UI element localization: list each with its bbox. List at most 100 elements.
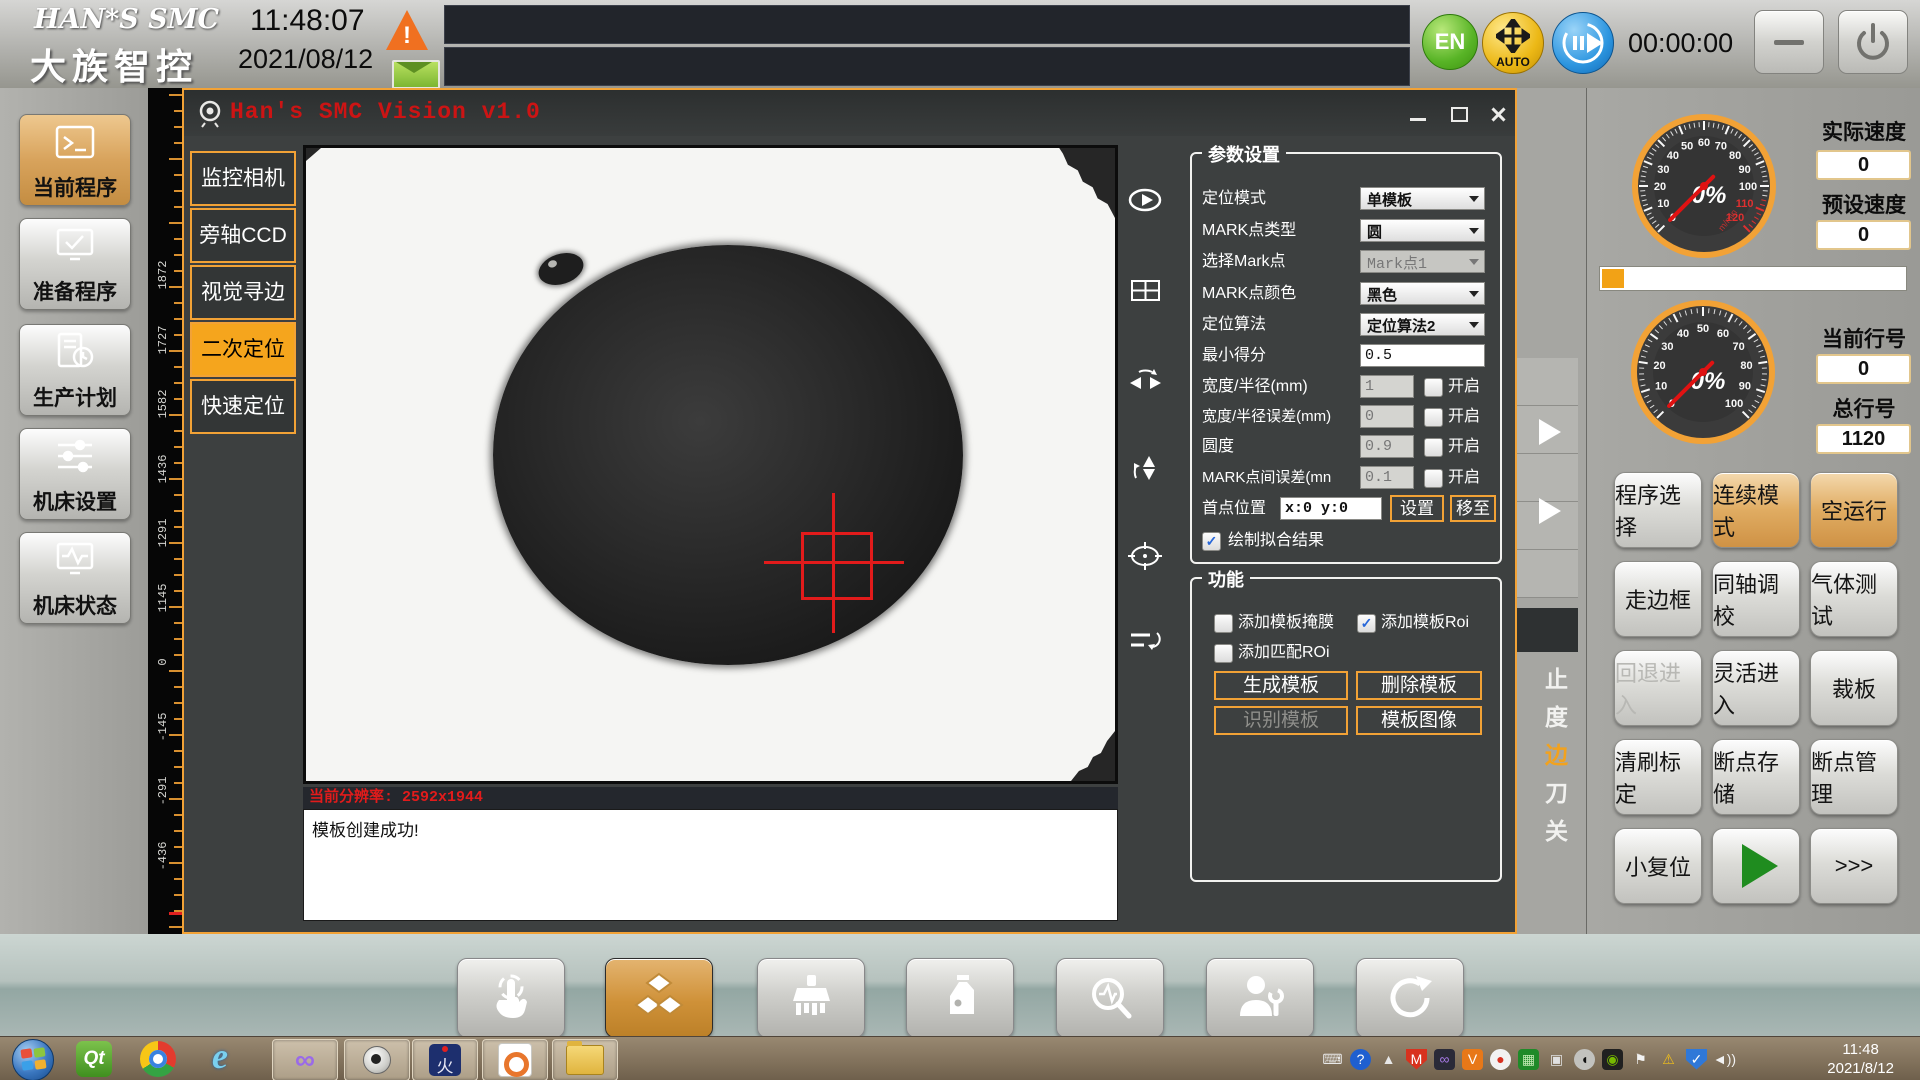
- mark-gap-err-checkbox[interactable]: [1424, 469, 1443, 488]
- first-point-input[interactable]: [1280, 497, 1382, 520]
- add-match-roi-checkbox[interactable]: [1214, 644, 1233, 663]
- presentation-task-button[interactable]: [482, 1039, 548, 1080]
- tab-quick-positioning[interactable]: 快速定位: [190, 379, 296, 434]
- add-template-mask-checkbox[interactable]: [1214, 614, 1233, 633]
- first-point-set-button[interactable]: 设置: [1390, 495, 1444, 522]
- sidebar-item-machine-status[interactable]: 机床状态: [19, 532, 131, 624]
- volume-tray-icon[interactable]: ◄)): [1713, 1049, 1736, 1070]
- cut-board-button[interactable]: 裁板: [1810, 650, 1898, 726]
- tab-side-axis-ccd[interactable]: 旁轴CCD: [190, 208, 296, 263]
- auto-mode-badge[interactable]: AUTO: [1482, 12, 1544, 74]
- message-envelope-icon[interactable]: [392, 60, 440, 89]
- ruler-tick: [174, 894, 182, 896]
- taskbar-clock[interactable]: 11:48 2021/8/12: [1827, 1040, 1894, 1078]
- tab-monitor-camera[interactable]: 监控相机: [190, 151, 296, 206]
- v-app-tray-icon[interactable]: V: [1462, 1048, 1483, 1070]
- keyboard-tray-icon[interactable]: ⌨: [1322, 1049, 1343, 1070]
- grid-view-icon[interactable]: [1128, 273, 1163, 308]
- width-radius-err-checkbox[interactable]: [1424, 408, 1443, 427]
- progress-knob[interactable]: [1602, 269, 1624, 288]
- min-score-input[interactable]: [1360, 344, 1485, 367]
- flag-tray-icon[interactable]: ⚑: [1630, 1049, 1651, 1070]
- play-arrow-icon[interactable]: [1539, 498, 1561, 524]
- breakpoint-manage-button[interactable]: 断点管理: [1810, 739, 1898, 815]
- delete-template-button[interactable]: 删除模板: [1356, 671, 1482, 700]
- play-arrow-icon[interactable]: [1539, 419, 1561, 445]
- visual-studio-task-button[interactable]: ∞: [272, 1039, 338, 1080]
- camera-start-icon[interactable]: [1128, 183, 1163, 218]
- sidebar-item-production-plan[interactable]: 生产计划: [19, 324, 131, 416]
- show-hidden-tray-icon[interactable]: ▲: [1378, 1049, 1399, 1070]
- frame-trace-button[interactable]: 走边框: [1614, 561, 1702, 637]
- continuous-mode-button[interactable]: 连续模式: [1712, 472, 1800, 548]
- more-button[interactable]: >>>: [1810, 828, 1898, 904]
- sidebar-item-current-program[interactable]: 当前程序: [19, 114, 131, 206]
- draw-fit-checkbox[interactable]: [1202, 532, 1221, 551]
- power-button[interactable]: [1838, 10, 1908, 74]
- pause-play-ring-icon: [1562, 22, 1604, 64]
- qt-creator-icon[interactable]: Qt: [76, 1041, 112, 1077]
- template-image-button[interactable]: 模板图像: [1356, 706, 1482, 735]
- sidebar-item-prepare-program[interactable]: 准备程序: [19, 218, 131, 310]
- usb-warning-tray-icon[interactable]: ⚠: [1658, 1049, 1679, 1070]
- touch-select-button[interactable]: [457, 958, 565, 1038]
- diagnostics-button[interactable]: [1056, 958, 1164, 1038]
- nvidia-tray-icon[interactable]: ◉: [1602, 1048, 1623, 1070]
- reset-cycle-button[interactable]: [1356, 958, 1464, 1038]
- gas-test-button[interactable]: 气体测试: [1810, 561, 1898, 637]
- dry-run-button[interactable]: 空运行: [1810, 472, 1898, 548]
- program-select-button[interactable]: 程序选择: [1614, 472, 1702, 548]
- camera-viewport[interactable]: [303, 145, 1118, 784]
- recorder-tray-icon[interactable]: ●: [1490, 1048, 1511, 1070]
- small-reset-button[interactable]: 小复位: [1614, 828, 1702, 904]
- flexible-enter-button[interactable]: 灵活进入: [1712, 650, 1800, 726]
- mark-type-dropdown[interactable]: 圆: [1360, 219, 1485, 242]
- security-shield-tray-icon[interactable]: ✓: [1686, 1048, 1707, 1070]
- add-template-roi-checkbox[interactable]: [1357, 614, 1376, 633]
- rotate-level-icon[interactable]: [1128, 623, 1163, 658]
- camera-app-task-button[interactable]: [344, 1039, 410, 1080]
- dialog-title-bar[interactable]: Han's SMC Vision v1.0: [184, 90, 1515, 136]
- alarm-message-row: [444, 5, 1410, 44]
- minimize-app-button[interactable]: [1754, 10, 1824, 74]
- sidebar-item-machine-settings[interactable]: 机床设置: [19, 428, 131, 520]
- vision-software-task-button[interactable]: [412, 1039, 478, 1080]
- flip-vertical-icon[interactable]: [1128, 453, 1163, 488]
- visual-studio-tray-icon[interactable]: ∞: [1434, 1048, 1455, 1070]
- loc-mode-dropdown[interactable]: 单模板: [1360, 187, 1485, 210]
- width-radius-checkbox[interactable]: [1424, 378, 1443, 397]
- first-point-move-button[interactable]: 移至: [1450, 495, 1496, 522]
- loc-algo-dropdown[interactable]: 定位算法2: [1360, 313, 1485, 336]
- file-explorer-task-button[interactable]: [552, 1039, 618, 1080]
- dialog-close-button[interactable]: [1486, 104, 1512, 124]
- internet-explorer-icon[interactable]: e: [212, 1035, 228, 1077]
- chrome-icon[interactable]: [140, 1041, 176, 1077]
- brush-calibration-button[interactable]: 清刷标定: [1614, 739, 1702, 815]
- material-cubes-button[interactable]: [605, 958, 713, 1038]
- window-copy-tray-icon[interactable]: ▣: [1546, 1049, 1567, 1070]
- lubrication-button[interactable]: [906, 958, 1014, 1038]
- satellite-dish-tray-icon[interactable]: ◖: [1574, 1048, 1595, 1070]
- coaxial-align-button[interactable]: 同轴调校: [1712, 561, 1800, 637]
- maintenance-button[interactable]: [1206, 958, 1314, 1038]
- create-template-button[interactable]: 生成模板: [1214, 671, 1348, 700]
- antivirus-shield-tray-icon[interactable]: M: [1406, 1048, 1427, 1070]
- roundness-checkbox[interactable]: [1424, 438, 1443, 457]
- tab-secondary-positioning[interactable]: 二次定位: [190, 322, 296, 377]
- help-tray-icon[interactable]: ?: [1350, 1048, 1371, 1070]
- start-button[interactable]: [12, 1039, 54, 1080]
- alarm-warning-icon[interactable]: !: [386, 10, 428, 50]
- language-badge[interactable]: EN: [1422, 14, 1478, 70]
- dialog-maximize-button[interactable]: [1446, 104, 1472, 124]
- target-crosshair-icon[interactable]: [1128, 538, 1163, 573]
- feed-progress-bar[interactable]: [1599, 266, 1907, 291]
- start-run-button[interactable]: [1712, 828, 1800, 904]
- tab-vision-edge-finding[interactable]: 视觉寻边: [190, 265, 296, 320]
- cycle-state-icon[interactable]: [1552, 12, 1614, 74]
- flip-horizontal-icon[interactable]: [1128, 363, 1163, 398]
- dialog-minimize-button[interactable]: [1406, 104, 1432, 124]
- mark-color-dropdown[interactable]: 黑色: [1360, 282, 1485, 305]
- green-monitor-tray-icon[interactable]: ▦: [1518, 1048, 1539, 1070]
- breakpoint-save-button[interactable]: 断点存储: [1712, 739, 1800, 815]
- cleaning-brush-button[interactable]: [757, 958, 865, 1038]
